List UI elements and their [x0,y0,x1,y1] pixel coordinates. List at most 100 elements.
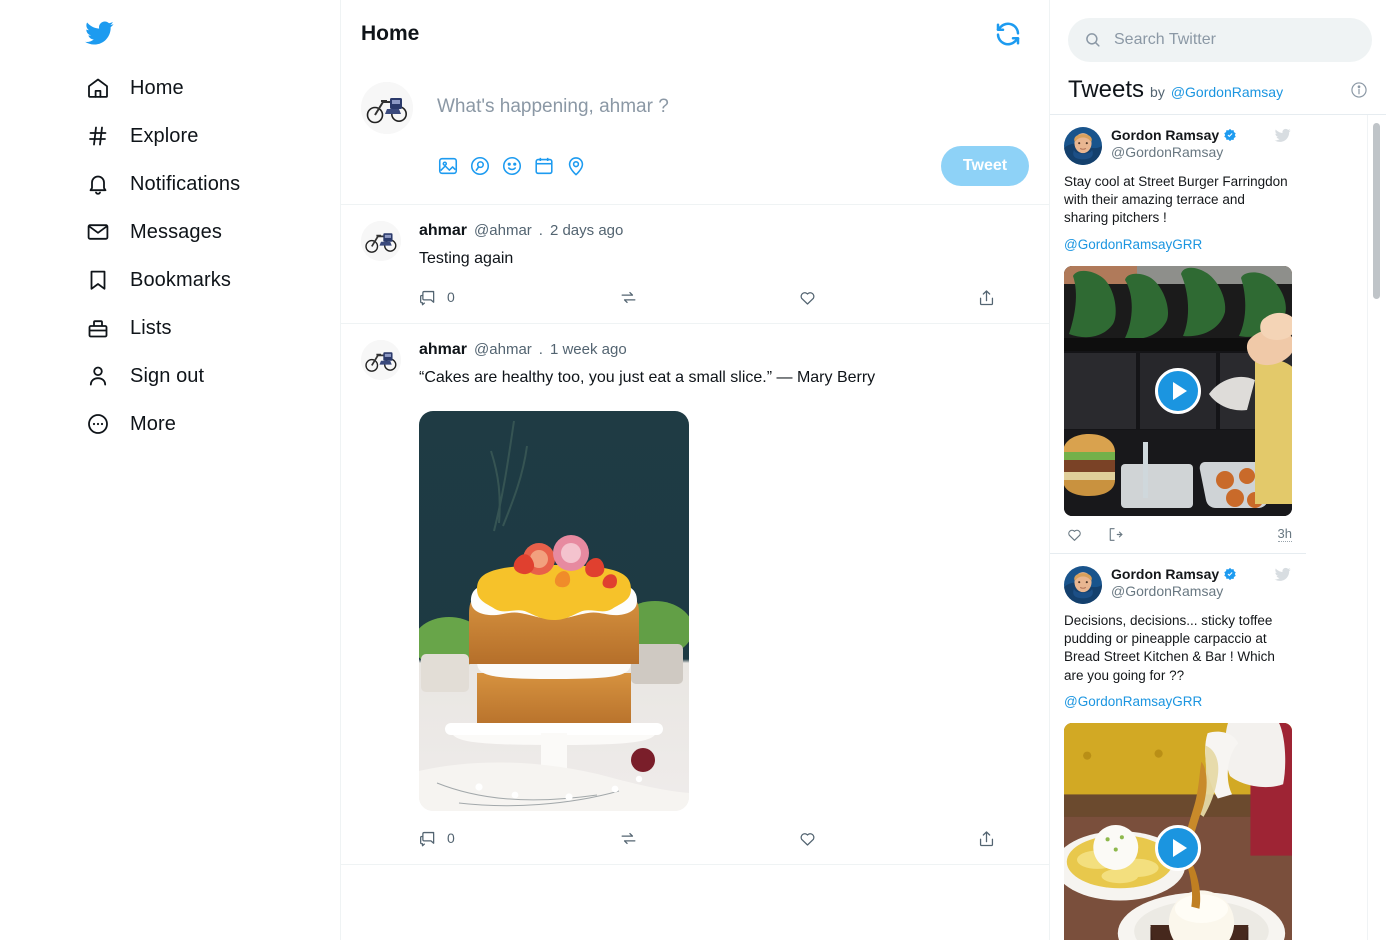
search-icon [1086,33,1100,47]
like-action[interactable] [798,829,977,848]
embedded-author-name: Gordon Ramsay [1111,565,1220,582]
sidebar-item-sign-out[interactable]: Sign out [0,352,340,400]
left-sidebar: Home Explore Notifications Messages Book… [0,0,340,940]
share-action[interactable] [977,829,996,848]
tweet-header: ahmar @ahmar . 2 days ago [419,221,1029,240]
timeline-widget-body: Gordon Ramsay @GordonRamsay Stay cool at… [1050,114,1386,940]
embedded-tweet-identity: Gordon Ramsay @GordonRamsay [1111,566,1237,600]
sidebar-item-messages[interactable]: Messages [0,208,340,256]
gordon-ramsay-avatar [1064,127,1102,165]
sidebar-nav: Home Explore Notifications Messages Book… [0,64,340,448]
person-icon [89,366,107,386]
twitter-bird-icon [1274,567,1291,581]
embedded-author-name: Gordon Ramsay [1111,127,1220,143]
hashtag-icon [89,126,107,146]
home-icon [88,78,108,98]
embedded-tweet-text: Decisions, decisions... sticky toffee pu… [1064,612,1275,683]
motorcycle-avatar [361,82,413,134]
retweet-action[interactable] [619,829,798,848]
page-title: Home [361,22,420,45]
timeline-widget-header: Tweets by @GordonRamsay [1050,62,1386,114]
location-icon[interactable] [565,155,587,177]
embedded-name-row: Gordon Ramsay [1111,127,1237,143]
embedded-tweet-media[interactable] [1064,722,1292,940]
right-sidebar: Tweets by @GordonRamsay [1050,0,1386,940]
embedded-tweet[interactable]: Gordon Ramsay @GordonRamsay Stay cool at… [1050,115,1306,554]
twitter-logo[interactable] [0,8,340,64]
scrollbar-thumb[interactable] [1373,123,1380,299]
verified-badge-icon [1224,567,1236,580]
widget-account-link[interactable]: @GordonRamsay [1171,84,1283,100]
share-icon[interactable] [1107,526,1124,543]
tweet-button[interactable]: Tweet [941,146,1029,186]
like-icon [800,832,815,846]
sidebar-item-more[interactable]: More [0,400,340,448]
compose-input[interactable] [437,86,1029,146]
tweet-media[interactable] [419,410,689,811]
layered-fruit-cake-photo [419,410,689,811]
avatar[interactable] [1064,127,1102,165]
gif-icon[interactable] [469,155,491,177]
sidebar-item-notifications[interactable]: Notifications [0,160,340,208]
tweet-timestamp: 2 days ago [549,222,624,239]
main-column: Home What's happening, ahmar ? Tweet ahm… [340,0,1050,940]
compose-icon-row [437,155,587,177]
embedded-tweet-timestamp[interactable]: 3h [1277,526,1292,543]
embedded-tweet-mention[interactable]: @GordonRamsayGRR [1064,228,1292,254]
widget-title: Tweets [1068,76,1145,103]
embedded-tweet-media[interactable] [1064,265,1292,516]
emoji-icon[interactable] [501,155,523,177]
sidebar-item-home[interactable]: Home [0,64,340,112]
sidebar-item-lists[interactable]: Lists [0,304,340,352]
sidebar-item-label: Explore [130,124,199,147]
verified-badge-icon [1224,128,1236,142]
tweet-separator: . [538,340,543,358]
tweet-item[interactable]: ahmar @ahmar . 2 days ago Testing again … [341,205,1049,324]
retweet-icon [621,291,636,303]
sidebar-item-label: More [130,412,176,435]
search-input[interactable] [1114,31,1356,49]
play-button[interactable] [1155,367,1201,414]
embedded-tweet[interactable]: Gordon Ramsay @GordonRamsay Decisions, d… [1050,554,1306,940]
retweet-action[interactable] [619,288,798,307]
twitter-app: Home Explore Notifications Messages Book… [0,0,1386,940]
comment-icon [420,290,435,306]
image-icon[interactable] [437,155,459,177]
play-button[interactable] [1155,824,1201,871]
sidebar-item-label: Sign out [130,364,205,387]
refresh-icon[interactable] [993,19,1023,49]
avatar[interactable] [361,82,413,134]
share-action[interactable] [977,288,996,307]
schedule-icon[interactable] [533,155,555,177]
search-bar[interactable] [1068,18,1372,62]
sidebar-item-bookmarks[interactable]: Bookmarks [0,256,340,304]
like-icon[interactable] [1066,526,1083,543]
tweet-text: “Cakes are healthy too, you just eat a s… [419,368,876,386]
tweet-timestamp: 1 week ago [549,340,627,358]
embedded-tweet-actions: 3h [1064,516,1292,553]
share-icon [979,830,994,846]
main-header: Home [341,0,1049,68]
comment-action[interactable]: 0 [419,288,619,307]
retweet-icon [621,832,636,844]
lists-icon [88,320,108,338]
tweet-author-name: ahmar [419,340,468,358]
like-action[interactable] [798,288,977,307]
comment-action[interactable]: 0 [419,829,619,848]
sidebar-item-explore[interactable]: Explore [0,112,340,160]
envelope-icon [87,224,109,240]
sidebar-item-label: Messages [130,220,222,243]
avatar[interactable] [1064,565,1102,604]
avatar[interactable] [361,339,401,380]
tweet-separator: . [538,222,543,239]
avatar[interactable] [361,221,401,261]
sidebar-item-label: Notifications [130,172,241,195]
info-icon[interactable] [1350,81,1368,99]
embedded-tweet-header: Gordon Ramsay @GordonRamsay [1064,565,1292,604]
embedded-tweet-mention[interactable]: @GordonRamsayGRR [1064,685,1292,711]
compose-right: Tweet [413,82,1029,198]
tweet-item[interactable]: ahmar @ahmar . 1 week ago “Cakes are hea… [341,324,1049,865]
sidebar-item-label: Home [130,76,184,99]
comment-count: 0 [447,830,455,847]
tweet-body: ahmar @ahmar . 2 days ago Testing again … [401,221,1029,313]
